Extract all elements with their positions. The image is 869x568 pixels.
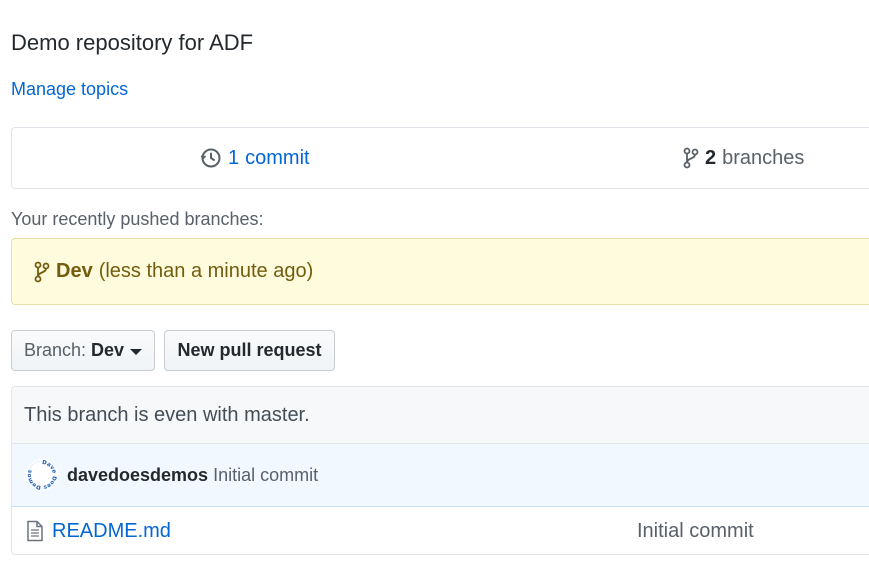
branch-select-button[interactable]: Branch: Dev [11, 330, 155, 371]
branches-count: 2 [705, 146, 717, 169]
branch-status-row: This branch is even with master. [12, 387, 869, 444]
repo-description: Demo repository for ADF [11, 30, 254, 55]
manage-topics-link[interactable]: Manage topics [11, 79, 128, 100]
avatar[interactable]: Dave Does Demos [26, 459, 58, 491]
branch-status-text: This branch is even with master. [24, 403, 310, 426]
file-commit-message[interactable]: Initial commit [637, 520, 754, 543]
file-icon [27, 520, 43, 542]
repository-page: Demo repository for ADF Manage topics 1 … [0, 0, 869, 568]
branch-select-value: Dev [91, 340, 125, 360]
caret-down-icon [130, 348, 143, 355]
recent-branch-notice: Dev (less than a minute ago) [11, 238, 869, 305]
file-row: README.md Initial commit [12, 507, 869, 554]
branches-label: branches [722, 146, 805, 169]
branch-icon [683, 147, 699, 169]
repo-summary-bar: 1 commit 2 branches [11, 127, 869, 189]
history-icon [200, 148, 221, 168]
branches-link[interactable]: 2 branches [683, 128, 804, 188]
recent-branch-time: (less than a minute ago) [98, 260, 314, 282]
commits-count: 1 [228, 146, 240, 169]
new-pull-request-button[interactable]: New pull request [164, 330, 335, 371]
file-name-link[interactable]: README.md [52, 520, 171, 543]
commit-author[interactable]: davedoesdemos [67, 465, 208, 486]
branch-icon [34, 261, 50, 282]
latest-commit-row: Dave Does Demos davedoesdemos Initial co… [12, 444, 869, 507]
commits-link[interactable]: 1 commit [200, 128, 310, 188]
file-listing: This branch is even with master. Dave Do… [11, 386, 869, 555]
commits-label: commit [245, 146, 310, 169]
recent-branch-name[interactable]: Dev [56, 260, 93, 283]
recent-branches-label: Your recently pushed branches: [11, 209, 264, 229]
commit-message[interactable]: Initial commit [213, 465, 318, 486]
branch-select-label: Branch: [23, 340, 86, 360]
avatar-logo-icon: Dave Does Demos [27, 460, 57, 490]
